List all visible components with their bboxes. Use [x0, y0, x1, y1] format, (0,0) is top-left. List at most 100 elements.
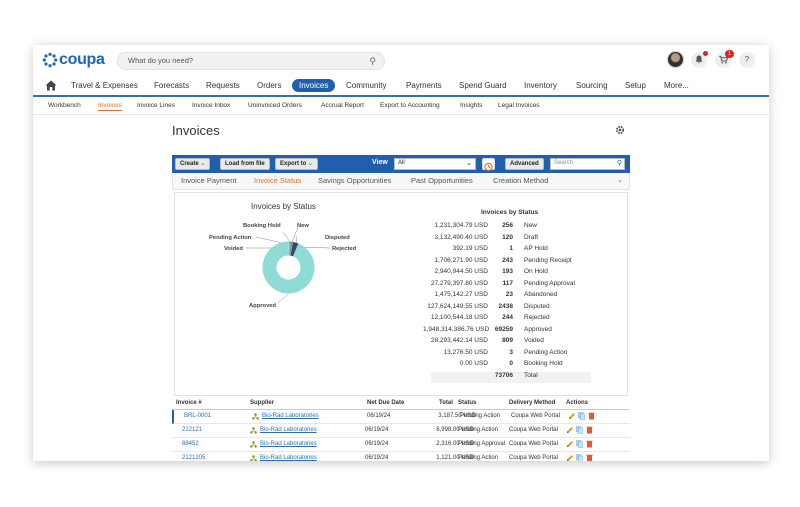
sub-nav: Workbench Invoices Invoice Lines Invoice… — [33, 99, 769, 115]
invoice-number-link[interactable]: BRL-0001 — [184, 413, 211, 419]
status-donut-chart[interactable] — [262, 241, 315, 294]
nav-spend-guard[interactable]: Spend Guard — [459, 81, 507, 90]
invoice-number-link[interactable]: 2121205 — [182, 455, 205, 461]
copy-icon[interactable] — [576, 426, 583, 434]
supplier-name[interactable]: Bio-Rad Laboratories — [260, 441, 317, 447]
edit-pencil-icon[interactable] — [566, 426, 573, 434]
nav-forecasts[interactable]: Forecasts — [154, 81, 189, 90]
stats-status[interactable]: Pending Action — [524, 349, 567, 356]
tab-creation-method[interactable]: Creation Method — [493, 176, 548, 185]
subnav-legal-invoices[interactable]: Legal Invoices — [498, 102, 540, 109]
supplier-link[interactable]: Bio-Rad Laboratories — [252, 413, 319, 420]
nav-orders[interactable]: Orders — [257, 81, 281, 90]
col-total[interactable]: Total — [439, 400, 453, 406]
nav-more[interactable]: More... — [664, 81, 689, 90]
tab-invoice-status[interactable]: Invoice Status — [254, 176, 301, 185]
stats-status[interactable]: Pending Receipt — [524, 257, 572, 264]
search-icon[interactable]: ⚲ — [369, 56, 376, 67]
home-icon[interactable] — [45, 80, 57, 91]
edit-pencil-icon[interactable] — [566, 440, 573, 448]
table-row[interactable]: 88452 Bio-Rad Laboratories 06/19/24 2,316.0… — [172, 438, 630, 452]
nav-travel-expenses[interactable]: Travel & Expenses — [71, 81, 138, 90]
col-net-due-date[interactable]: Net Due Date — [367, 400, 404, 406]
clock-icon[interactable] — [482, 158, 495, 172]
stats-amount: 27,279,397.80 USD — [430, 279, 488, 287]
supplier-link[interactable]: Bio-Rad Laboratories — [250, 427, 317, 434]
subnav-insights[interactable]: Insights — [460, 102, 482, 109]
invoice-number-link[interactable]: 212121 — [182, 427, 202, 433]
stats-amount: 2,940,944.50 USD — [434, 268, 488, 275]
nav-setup[interactable]: Setup — [625, 81, 646, 90]
delete-icon[interactable] — [588, 412, 595, 420]
stats-status[interactable]: Pending Approval — [524, 280, 575, 287]
supplier-name[interactable]: Bio-Rad Laboratories — [262, 413, 319, 419]
subnav-invoices[interactable]: Invoices — [98, 102, 122, 111]
top-bar: coupa What do you need? ⚲ 1 ? — [33, 45, 769, 75]
supplier-name[interactable]: Bio-Rad Laboratories — [260, 427, 317, 433]
global-search-input[interactable]: What do you need? ⚲ — [117, 52, 385, 70]
search-icon[interactable]: ⚲ — [617, 159, 622, 167]
col-supplier[interactable]: Supplier — [250, 400, 274, 406]
load-from-file-button[interactable]: Load from file — [220, 158, 270, 170]
table-search-input[interactable]: Search ⚲ — [550, 158, 625, 170]
row-actions — [566, 454, 593, 461]
copy-icon[interactable] — [578, 412, 585, 420]
subnav-accrual-report[interactable]: Accrual Report — [321, 102, 364, 109]
stats-status[interactable]: New — [524, 222, 537, 229]
stats-row: 12,100,544.18 USD 244 Rejected — [423, 314, 623, 326]
nav-inventory[interactable]: Inventory — [524, 81, 557, 90]
edit-pencil-icon[interactable] — [568, 412, 575, 420]
nav-requests[interactable]: Requests — [206, 81, 240, 90]
stats-status[interactable]: Rejected — [524, 314, 550, 321]
subnav-uninvoiced-orders[interactable]: Uninvoiced Orders — [248, 102, 302, 109]
stats-status[interactable]: Disputed — [524, 303, 550, 310]
copy-icon[interactable] — [576, 440, 583, 448]
delete-icon[interactable] — [586, 440, 593, 448]
col-invoice[interactable]: Invoice # — [176, 400, 202, 406]
stats-row: 1,231,304.79 USD 256 New — [423, 222, 623, 234]
tab-savings-opportunities[interactable]: Savings Opportunities — [318, 176, 391, 185]
edit-pencil-icon[interactable] — [566, 454, 573, 461]
col-delivery-method[interactable]: Delivery Method — [509, 400, 555, 406]
nav-sourcing[interactable]: Sourcing — [576, 81, 608, 90]
subnav-invoice-inbox[interactable]: Invoice Inbox — [192, 102, 230, 109]
subnav-workbench[interactable]: Workbench — [48, 102, 81, 109]
stats-status[interactable]: Approved — [524, 326, 552, 333]
table-row[interactable]: BRL-0001 Bio-Rad Laboratories 06/19/24 3,18… — [172, 410, 630, 424]
tab-invoice-payment[interactable]: Invoice Payment — [181, 176, 236, 185]
supplier-link[interactable]: Bio-Rad Laboratories — [250, 455, 317, 461]
tab-past-opportunities[interactable]: Past Opportunities — [411, 176, 473, 185]
coupa-logo[interactable]: coupa — [42, 51, 105, 69]
advanced-button[interactable]: Advanced — [505, 158, 544, 170]
nav-community[interactable]: Community — [346, 81, 386, 90]
delete-icon[interactable] — [586, 454, 593, 461]
delete-icon[interactable] — [586, 426, 593, 434]
create-button[interactable]: Create ⌄ — [175, 158, 211, 170]
stats-status[interactable]: AP Hold — [524, 245, 548, 252]
stats-status[interactable]: On Hold — [524, 268, 548, 275]
nav-invoices[interactable]: Invoices — [292, 79, 336, 92]
view-select[interactable]: All ⌄ — [394, 158, 476, 170]
help-button[interactable]: ? — [739, 52, 755, 68]
copy-icon[interactable] — [576, 454, 583, 461]
subnav-export-to-accounting[interactable]: Export to Accounting — [380, 102, 440, 109]
table-row[interactable]: 212121 Bio-Rad Laboratories 06/19/24 6,998.… — [172, 424, 630, 438]
donut-slice-approved[interactable] — [262, 241, 315, 294]
table-row[interactable]: 2121205 Bio-Rad Laboratories 06/19/24 1,121… — [172, 452, 630, 461]
supplier-link[interactable]: Bio-Rad Laboratories — [250, 441, 317, 448]
stats-status[interactable]: Draft — [524, 234, 538, 241]
col-status[interactable]: Status — [458, 400, 476, 406]
stats-status[interactable]: Voided — [524, 337, 544, 344]
stats-count: 193 — [502, 268, 513, 275]
export-to-button[interactable]: Export to ⌄ — [275, 158, 319, 170]
invoice-number-link[interactable]: 88452 — [182, 441, 199, 447]
chevron-down-icon[interactable]: ⌄ — [617, 176, 623, 184]
gear-icon[interactable] — [615, 125, 625, 135]
subnav-invoice-lines[interactable]: Invoice Lines — [137, 102, 175, 109]
stats-status[interactable]: Abandoned — [524, 291, 557, 298]
nav-payments[interactable]: Payments — [406, 81, 442, 90]
user-avatar[interactable] — [667, 51, 684, 68]
stats-status[interactable]: Booking Hold — [524, 360, 563, 367]
supplier-name[interactable]: Bio-Rad Laboratories — [260, 455, 317, 461]
delivery-method: Coupa Web Portal — [509, 455, 558, 461]
